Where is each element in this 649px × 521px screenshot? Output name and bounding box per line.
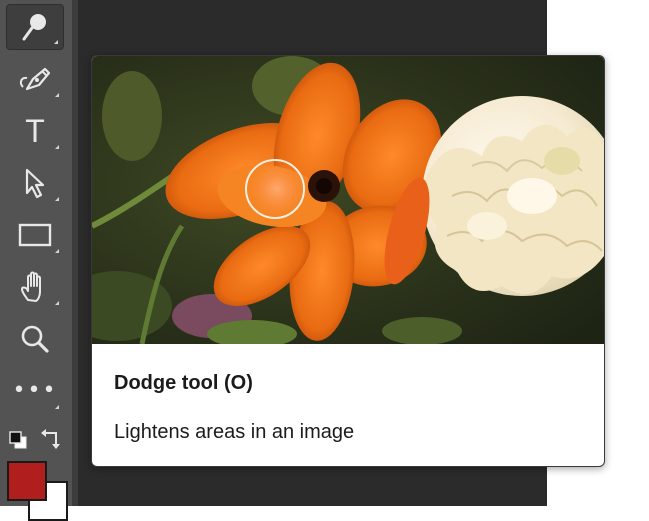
hand-tool-button[interactable] [6, 264, 64, 310]
tooltip-description: Lightens areas in an image [114, 421, 355, 443]
more-icon: ••• [12, 378, 58, 403]
rectangle-tool-button[interactable] [6, 212, 64, 258]
type-tool-button[interactable]: T [6, 108, 64, 154]
tool-tooltip: Dodge tool (O) Lightens areas in an imag… [91, 55, 605, 467]
edit-toolbar-button[interactable]: ••• [6, 368, 64, 414]
toolbar: T ••• [0, 0, 72, 521]
swap-colors-icon[interactable] [40, 428, 64, 450]
zoom-icon [21, 325, 49, 353]
dodge-tool-button[interactable] [6, 4, 64, 50]
default-colors-icon[interactable] [8, 430, 28, 450]
type-icon: T [25, 113, 45, 149]
dodge-icon [22, 14, 46, 41]
zoom-tool-button[interactable] [6, 316, 64, 362]
path-selection-tool-button[interactable] [6, 160, 64, 206]
tooltip-preview-image [92, 56, 604, 344]
pen-tool-button[interactable] [6, 56, 64, 102]
pen-icon [19, 67, 51, 91]
arrow-icon [25, 168, 45, 199]
tooltip-title: Dodge tool (O) [114, 372, 253, 394]
rectangle-icon [18, 223, 52, 247]
hand-icon [21, 271, 41, 302]
foreground-color-swatch[interactable] [7, 461, 47, 501]
